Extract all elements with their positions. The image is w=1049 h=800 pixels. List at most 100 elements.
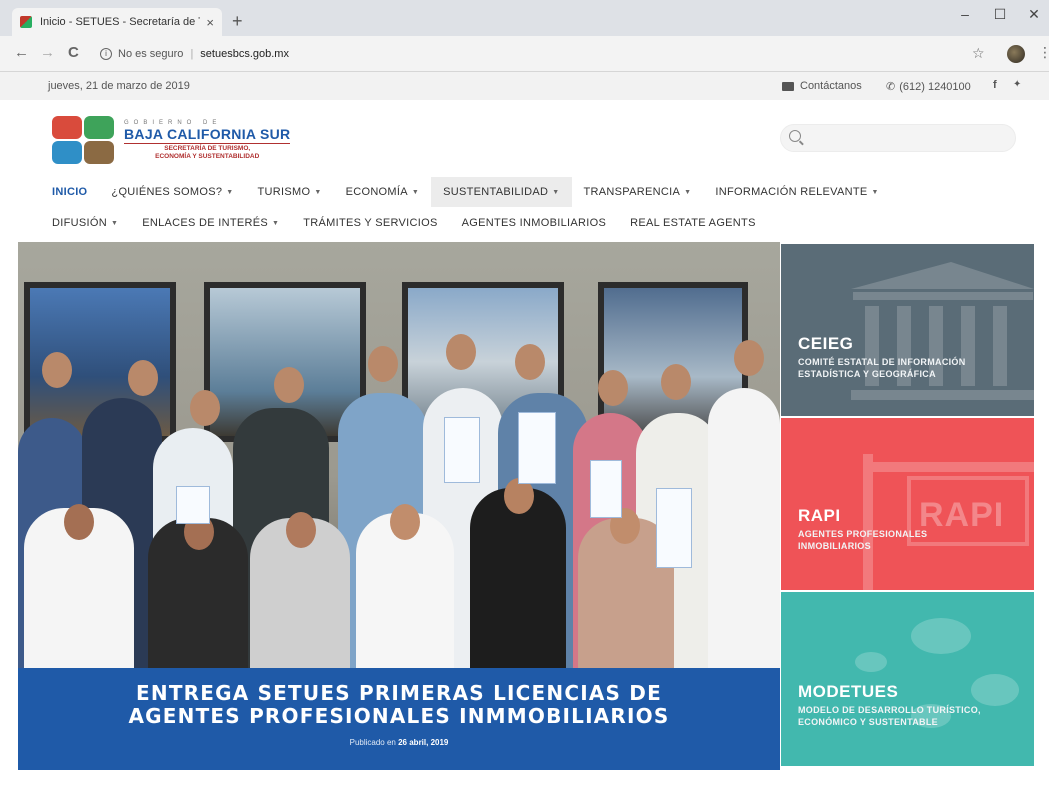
logo-state-name: BAJA CALIFORNIA SUR [124,125,291,142]
hero-photo[interactable] [18,242,780,668]
logo-text: GOBIERNO DE BAJA CALIFORNIA SUR SECRETAR… [124,120,291,161]
bookmark-star-icon[interactable]: ☆ [972,45,985,62]
menu-item-label: REAL ESTATE AGENTS [630,217,756,229]
browser-menu-icon[interactable]: ⋮ [1038,44,1049,61]
chevron-down-icon: ▼ [411,188,420,196]
new-tab-button[interactable]: + [232,12,243,30]
modetues-card[interactable]: MODETUES MODELO DE DESARROLLO TURÍSTICO,… [781,592,1034,766]
current-date: jueves, 21 de marzo de 2019 [48,80,190,92]
menu-item-label: AGENTES INMOBILIARIOS [461,217,607,229]
person-head [734,340,764,376]
menu-item-label: ECONOMÍA [345,186,408,198]
back-button[interactable]: ← [14,45,29,61]
site-logo[interactable]: GOBIERNO DE BAJA CALIFORNIA SUR SECRETAR… [52,114,291,166]
chevron-down-icon: ▼ [226,188,234,196]
reload-button[interactable]: C [68,45,79,61]
omnibox[interactable]: i No es seguro | setuesbcs.gob.mx [100,43,960,65]
chevron-down-icon: ▼ [314,188,322,196]
menu-item-label: INFORMACIÓN RELEVANTE [715,186,868,198]
chevron-down-icon: ▼ [871,188,879,196]
menu-item-menu_row2-0[interactable]: DIFUSIÓN ▼ [40,208,130,238]
tab-close-icon[interactable]: × [206,15,214,30]
contact-link[interactable]: Contáctanos [782,80,862,92]
menu-item-label: ¿QUIÉNES SOMOS? [111,186,223,198]
person [470,488,566,668]
person-head [274,367,304,403]
menu-item-menu_row1-6[interactable]: INFORMACIÓN RELEVANTE ▼ [703,177,890,207]
forward-button[interactable]: → [40,45,55,61]
logo-subtitle: SECRETARÍA DE TURISMO, ECONOMÍA Y SUSTEN… [124,142,291,161]
hero-title[interactable]: ENTREGA SETUES PRIMERAS LICENCIAS DE AGE… [18,668,780,728]
person [708,388,780,668]
menu-item-menu_row2-3[interactable]: AGENTES INMOBILIARIOS [450,208,618,238]
menu-item-menu_row2-4[interactable]: REAL ESTATE AGENTS [618,208,768,238]
menu-item-menu_row1-2[interactable]: TURISMO ▼ [246,177,334,207]
person-head [128,360,158,396]
certificate [656,488,692,568]
chevron-down-icon: ▼ [272,219,280,227]
person-head [368,346,398,382]
menu-item-label: TRANSPARENCIA [583,186,681,198]
top-info-bar: jueves, 21 de marzo de 2019 Contáctanos … [0,72,1049,100]
main-menu-row-1: INICIO ¿QUIÉNES SOMOS? ▼ TURISMO ▼ ECONOMÍA ▼ S… [40,177,891,207]
person-head [661,364,691,400]
person-head [390,504,420,540]
person-head [64,504,94,540]
site-search[interactable] [780,124,1016,152]
person-head [515,344,545,380]
menu-item-menu_row1-1[interactable]: ¿QUIÉNES SOMOS? ▼ [99,177,245,207]
menu-item-label: DIFUSIÓN [52,217,107,229]
chevron-down-icon: ▼ [552,188,560,196]
close-window-button[interactable]: ✕ [1019,6,1049,23]
minimize-button[interactable]: – [950,6,980,22]
menu-item-menu_row1-0[interactable]: INICIO [40,177,99,207]
tab-title: Inicio - SETUES - Secretaría de T... [40,16,201,28]
bubbles-icon [855,618,1019,728]
certificate [518,412,556,484]
menu-item-menu_row1-4[interactable]: SUSTENTABILIDAD ▼ [431,177,572,207]
menu-item-menu_row1-5[interactable]: TRANSPARENCIA ▼ [572,177,704,207]
person-head [190,390,220,426]
person-head [446,334,476,370]
modetues-title: MODETUES [798,682,899,701]
phone-info: ✆ (612) 1240100 [886,80,971,94]
address-bar: ← → C i No es seguro | setuesbcs.gob.mx … [0,36,1049,72]
twitter-icon[interactable]: ✦ [1013,79,1021,90]
omnibox-divider: | [190,48,194,60]
mail-icon [782,81,794,91]
menu-item-label: TRÁMITES Y SERVICIOS [303,217,438,229]
browser-tab-bar: Inicio - SETUES - Secretaría de T... × +… [0,0,1049,36]
ceieg-description: COMITÉ ESTATAL DE INFORMACIÓN ESTADÍSTIC… [798,357,966,379]
url-text[interactable]: setuesbcs.gob.mx [200,48,289,60]
menu-item-menu_row2-2[interactable]: TRÁMITES Y SERVICIOS [291,208,449,238]
person-head [598,370,628,406]
info-icon[interactable]: i [100,48,112,60]
browser-tab[interactable]: Inicio - SETUES - Secretaría de T... × [12,8,222,36]
menu-item-label: SUSTENTABILIDAD [443,186,549,198]
certificate [176,486,210,524]
hero-caption[interactable]: ENTREGA SETUES PRIMERAS LICENCIAS DE AGE… [18,668,780,770]
phone-number: (612) 1240100 [899,80,971,93]
search-icon[interactable] [789,130,801,142]
chevron-down-icon: ▼ [110,219,119,227]
profile-avatar[interactable] [1007,45,1025,63]
web-page: jueves, 21 de marzo de 2019 Contáctanos … [0,72,1049,800]
state-seal-icon [52,116,114,164]
facebook-icon[interactable]: f [993,79,997,91]
menu-item-menu_row1-3[interactable]: ECONOMÍA ▼ [334,177,432,207]
person-head [42,352,72,388]
modetues-description: MODELO DE DESARROLLO TURÍSTICO, ECONÓMIC… [798,705,981,727]
chevron-down-icon: ▼ [684,188,692,196]
ceieg-card[interactable]: CEIEG COMITÉ ESTATAL DE INFORMACIÓN ESTA… [781,244,1034,416]
certificate [590,460,622,518]
menu-item-label: ENLACES DE INTERÉS [142,217,269,229]
maximize-button[interactable]: ☐ [985,6,1015,23]
phone-icon: ✆ [886,81,896,93]
rapi-description: AGENTES PROFESIONALES INMOBILIARIOS [798,529,928,551]
main-menu-row-2: DIFUSIÓN ▼ ENLACES DE INTERÉS ▼ TRÁMITES Y S… [40,208,768,238]
security-status: No es seguro [118,48,184,60]
search-input[interactable] [809,129,1009,149]
menu-item-label: TURISMO [257,186,311,198]
rapi-card[interactable]: RAPI RAPI AGENTES PROFESIONALES INMOBILI… [781,418,1034,590]
menu-item-menu_row2-1[interactable]: ENLACES DE INTERÉS ▼ [130,208,291,238]
